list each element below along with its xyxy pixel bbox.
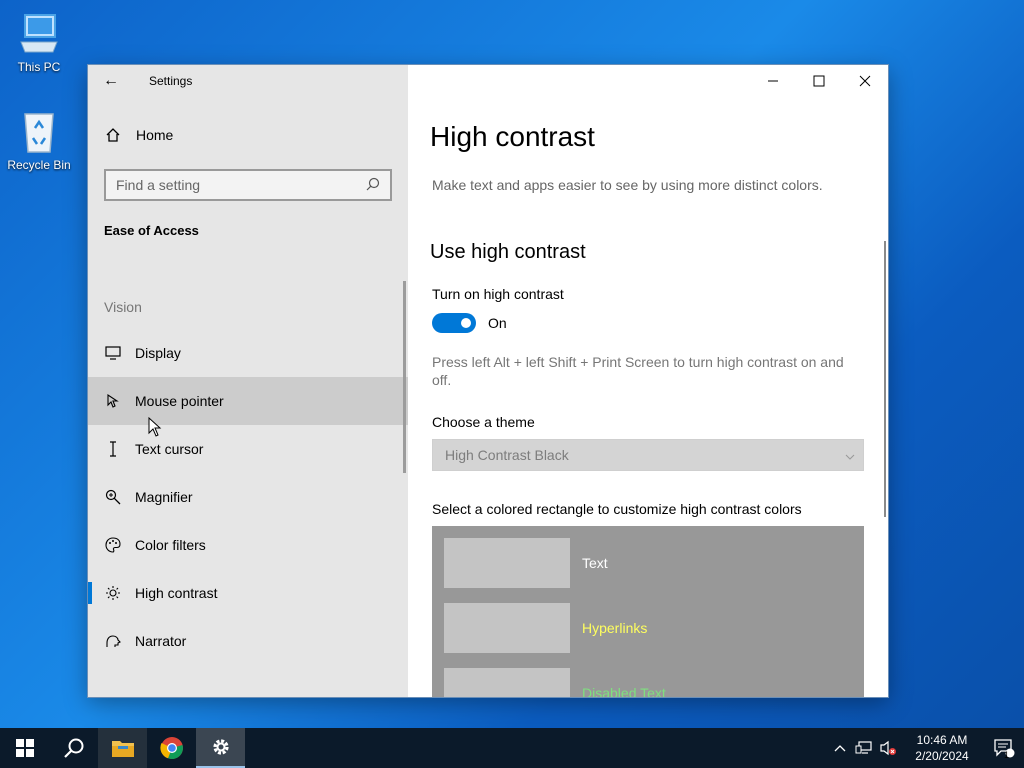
page-title: High contrast <box>430 121 595 152</box>
search-placeholder: Find a setting <box>116 177 201 193</box>
sidebar-item-label: Text cursor <box>135 441 204 457</box>
clock-date: 2/20/2024 <box>915 749 969 763</box>
sidebar-item-text-cursor[interactable]: Text cursor <box>88 425 408 473</box>
page-description: Make text and apps easier to see by usin… <box>432 177 823 193</box>
color-swatch-text[interactable] <box>444 538 570 588</box>
system-tray: 10:46 AM 2/20/2024 1 <box>828 728 1024 768</box>
caption-buttons <box>750 65 888 97</box>
content-scrollbar[interactable] <box>884 241 886 517</box>
home-label: Home <box>136 127 174 143</box>
maximize-button[interactable] <box>796 65 842 97</box>
back-arrow-icon: ← <box>103 72 119 89</box>
theme-selected-value: High Contrast Black <box>445 447 569 463</box>
text-cursor-icon <box>104 441 122 457</box>
chrome-icon <box>159 737 183 760</box>
close-icon <box>859 75 871 87</box>
desktop-icon-label: Recycle Bin <box>7 158 71 172</box>
sidebar-item-label: Color filters <box>135 537 206 553</box>
content-pane: High contrast Make text and apps easier … <box>408 65 888 697</box>
clock-time: 10:46 AM <box>916 733 968 747</box>
mouse-cursor-icon <box>148 416 162 442</box>
settings-window: ← Settings Home Find a setting Ease of A… <box>88 65 888 697</box>
home-icon <box>104 127 122 143</box>
color-label-text: Text <box>582 555 608 571</box>
sidebar-nav: Display Mouse pointer Text cursor Magnif… <box>88 329 408 665</box>
title-bar[interactable]: ← Settings <box>88 65 408 97</box>
section-title: Ease of Access <box>104 223 199 238</box>
desktop-icon-this-pc[interactable]: This PC <box>0 10 78 74</box>
sidebar-scrollbar[interactable] <box>403 281 406 473</box>
chevron-down-icon <box>845 447 855 463</box>
network-icon[interactable] <box>852 741 876 755</box>
clock[interactable]: 10:46 AM 2/20/2024 <box>906 732 978 764</box>
search-button[interactable] <box>49 728 98 768</box>
narrator-icon <box>104 633 122 649</box>
shortcut-hint: Press left Alt + left Shift + Print Scre… <box>432 354 844 388</box>
maximize-icon <box>813 75 825 87</box>
group-label-vision: Vision <box>104 299 142 315</box>
back-button[interactable]: ← <box>88 65 134 97</box>
section-heading: Use high contrast <box>430 241 586 263</box>
sidebar-item-label: Display <box>135 345 181 361</box>
taskbar-chrome[interactable] <box>147 728 196 768</box>
color-row-hyperlinks: Hyperlinks <box>444 603 647 653</box>
sidebar-item-high-contrast[interactable]: High contrast <box>88 569 408 617</box>
colors-label: Select a colored rectangle to customize … <box>432 501 802 517</box>
folder-icon <box>111 741 134 757</box>
sidebar-item-narrator[interactable]: Narrator <box>88 617 408 665</box>
color-customization-panel: Text Hyperlinks Disabled Text <box>432 526 864 697</box>
computer-icon <box>15 10 63 58</box>
sidebar-item-label: High contrast <box>135 585 218 601</box>
desktop-icon-recycle-bin[interactable]: Recycle Bin <box>0 108 78 172</box>
theme-dropdown[interactable]: High Contrast Black <box>432 439 864 471</box>
toggle-state-text: On <box>488 315 507 331</box>
windows-logo-icon <box>15 739 34 757</box>
sidebar-item-label: Magnifier <box>135 489 193 505</box>
color-swatch-disabled-text[interactable] <box>444 668 570 697</box>
sidebar-item-label: Mouse pointer <box>135 393 224 409</box>
taskbar: 10:46 AM 2/20/2024 1 <box>0 728 1024 768</box>
gear-icon <box>212 739 229 755</box>
sun-icon <box>104 585 122 601</box>
sidebar-item-mouse-pointer[interactable]: Mouse pointer <box>88 377 408 425</box>
color-row-disabled-text: Disabled Text <box>444 668 666 697</box>
home-link[interactable]: Home <box>104 127 173 143</box>
sidebar-item-color-filters[interactable]: Color filters <box>88 521 408 569</box>
taskbar-settings[interactable] <box>196 728 245 768</box>
toggle-label: Turn on high contrast <box>432 286 564 302</box>
volume-muted-icon[interactable] <box>876 740 900 756</box>
sidebar-item-magnifier[interactable]: Magnifier <box>88 473 408 521</box>
desktop-icon-label: This PC <box>17 60 61 74</box>
chevron-up-icon[interactable] <box>828 744 852 752</box>
minimize-button[interactable] <box>750 65 796 97</box>
monitor-icon <box>104 346 122 360</box>
mouse-pointer-icon <box>104 393 122 409</box>
theme-label: Choose a theme <box>432 414 535 430</box>
notification-count: 1 <box>1003 750 1009 760</box>
recycle-bin-icon <box>15 108 63 156</box>
window-title: Settings <box>149 74 193 88</box>
color-swatch-hyperlinks[interactable] <box>444 603 570 653</box>
sidebar-item-label: Narrator <box>135 633 187 649</box>
high-contrast-toggle[interactable] <box>432 313 476 333</box>
action-center-button[interactable]: 1 <box>984 728 1024 768</box>
magnifier-icon <box>104 489 122 505</box>
taskbar-file-explorer[interactable] <box>98 728 147 768</box>
color-label-hyperlinks: Hyperlinks <box>582 620 648 636</box>
color-row-text: Text <box>444 538 608 588</box>
palette-icon <box>104 537 122 553</box>
start-button[interactable] <box>0 728 49 768</box>
sidebar-item-display[interactable]: Display <box>88 329 408 377</box>
search-input[interactable]: Find a setting <box>104 169 392 201</box>
close-button[interactable] <box>842 65 888 97</box>
sidebar: ← Settings Home Find a setting Ease of A… <box>88 65 408 697</box>
color-label-disabled-text: Disabled Text <box>582 685 666 697</box>
search-icon <box>63 738 83 758</box>
minimize-icon <box>768 80 778 82</box>
search-icon <box>366 177 380 194</box>
high-contrast-toggle-row: On <box>432 313 507 333</box>
